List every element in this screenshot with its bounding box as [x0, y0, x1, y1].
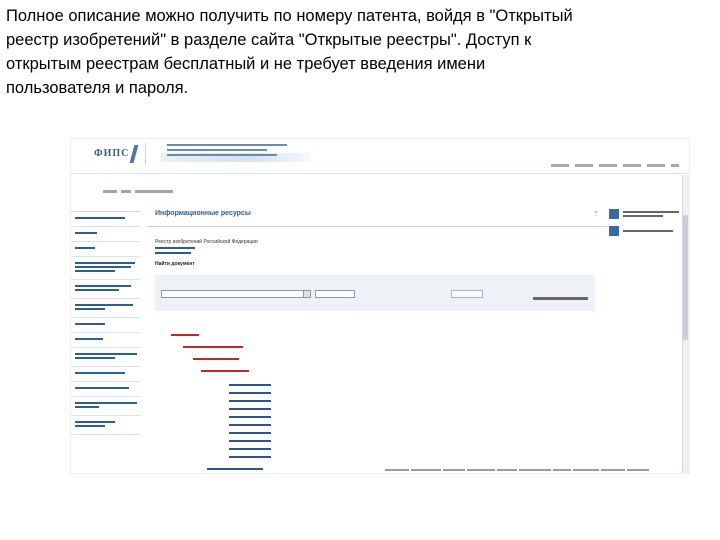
sidebar-item[interactable]	[71, 397, 141, 416]
sidebar-item[interactable]	[71, 212, 141, 227]
sidebar-item[interactable]	[71, 242, 141, 257]
tree-leaf-link[interactable]	[229, 456, 271, 458]
tree-range-link[interactable]	[183, 346, 243, 348]
sidebar-item[interactable]	[71, 348, 141, 367]
sidebar-item[interactable]	[71, 333, 141, 348]
search-button[interactable]	[451, 290, 483, 298]
sidebar-item[interactable]	[71, 416, 141, 435]
resource-link[interactable]	[609, 226, 683, 240]
tree-leaf-link[interactable]	[229, 384, 271, 386]
caption-text: Полное описание можно получить по номеру…	[6, 4, 714, 100]
site-header: ФИПС	[71, 139, 689, 171]
tree-leaf-link[interactable]	[229, 392, 271, 394]
tree-leaf-link[interactable]	[229, 400, 271, 402]
sidebar-item[interactable]	[71, 367, 141, 382]
sidebar-item[interactable]	[71, 227, 141, 242]
registry-title: Реестр изобретений Российской Федерации	[155, 239, 258, 245]
right-resource-links	[609, 209, 683, 243]
search-number-input[interactable]	[315, 290, 355, 298]
vertical-scrollbar[interactable]	[682, 175, 689, 473]
panel-title: Информационные ресурсы	[155, 210, 251, 217]
tree-leaf-link[interactable]	[229, 448, 271, 450]
search-title: Найти документ	[155, 261, 195, 267]
caption-line-1: Полное описание можно получить по номеру…	[6, 7, 573, 25]
organization-name	[167, 144, 287, 159]
sidebar-item[interactable]	[71, 280, 141, 299]
sidebar-item[interactable]	[71, 318, 141, 333]
main-panel: Информационные ресурсы ⇡ Реестр изобрете…	[147, 202, 607, 473]
top-navigation-links[interactable]	[545, 163, 679, 168]
caption-line-3: открытым реестрам бесплатный и не требуе…	[6, 55, 486, 73]
sidebar-header	[71, 202, 141, 212]
chevron-down-icon[interactable]	[303, 291, 310, 297]
website-screenshot: ФИПС Информационные ресурсы ⇡ Реестр изо…	[70, 138, 690, 474]
resource-link[interactable]	[609, 209, 683, 223]
panel-divider	[147, 226, 607, 227]
left-navigation-menu	[71, 202, 141, 435]
tree-leaf-link[interactable]	[229, 424, 271, 426]
tree-leaf-link[interactable]	[207, 468, 263, 470]
tree-leaf-link[interactable]	[229, 440, 271, 442]
site-logo[interactable]: ФИПС	[76, 143, 146, 165]
tree-range-link[interactable]	[193, 358, 239, 360]
scrollbar-thumb[interactable]	[683, 215, 688, 340]
document-count	[533, 297, 588, 300]
tree-range-link[interactable]	[201, 370, 249, 372]
caption-line-2: реестр изобретений" в разделе сайта "Отк…	[6, 31, 532, 49]
sidebar-item[interactable]	[71, 382, 141, 397]
browser-status-bar	[385, 469, 685, 472]
tree-range-link[interactable]	[171, 334, 199, 336]
logo-mark-icon	[129, 145, 145, 163]
sidebar-item[interactable]	[71, 299, 141, 318]
tree-leaf-link[interactable]	[229, 432, 271, 434]
document-icon	[609, 209, 619, 219]
search-form	[155, 275, 595, 311]
scroll-up-icon[interactable]: ⇡	[593, 210, 599, 218]
database-icon	[609, 226, 619, 236]
logo-text: ФИПС	[94, 148, 130, 159]
tree-leaf-link[interactable]	[229, 408, 271, 410]
sidebar-item[interactable]	[71, 257, 141, 280]
caption-line-4: пользователя и пароля.	[6, 79, 189, 97]
breadcrumb[interactable]	[103, 183, 177, 194]
tree-leaf-link[interactable]	[229, 416, 271, 418]
header-divider	[71, 173, 689, 174]
search-type-select[interactable]	[161, 290, 311, 298]
